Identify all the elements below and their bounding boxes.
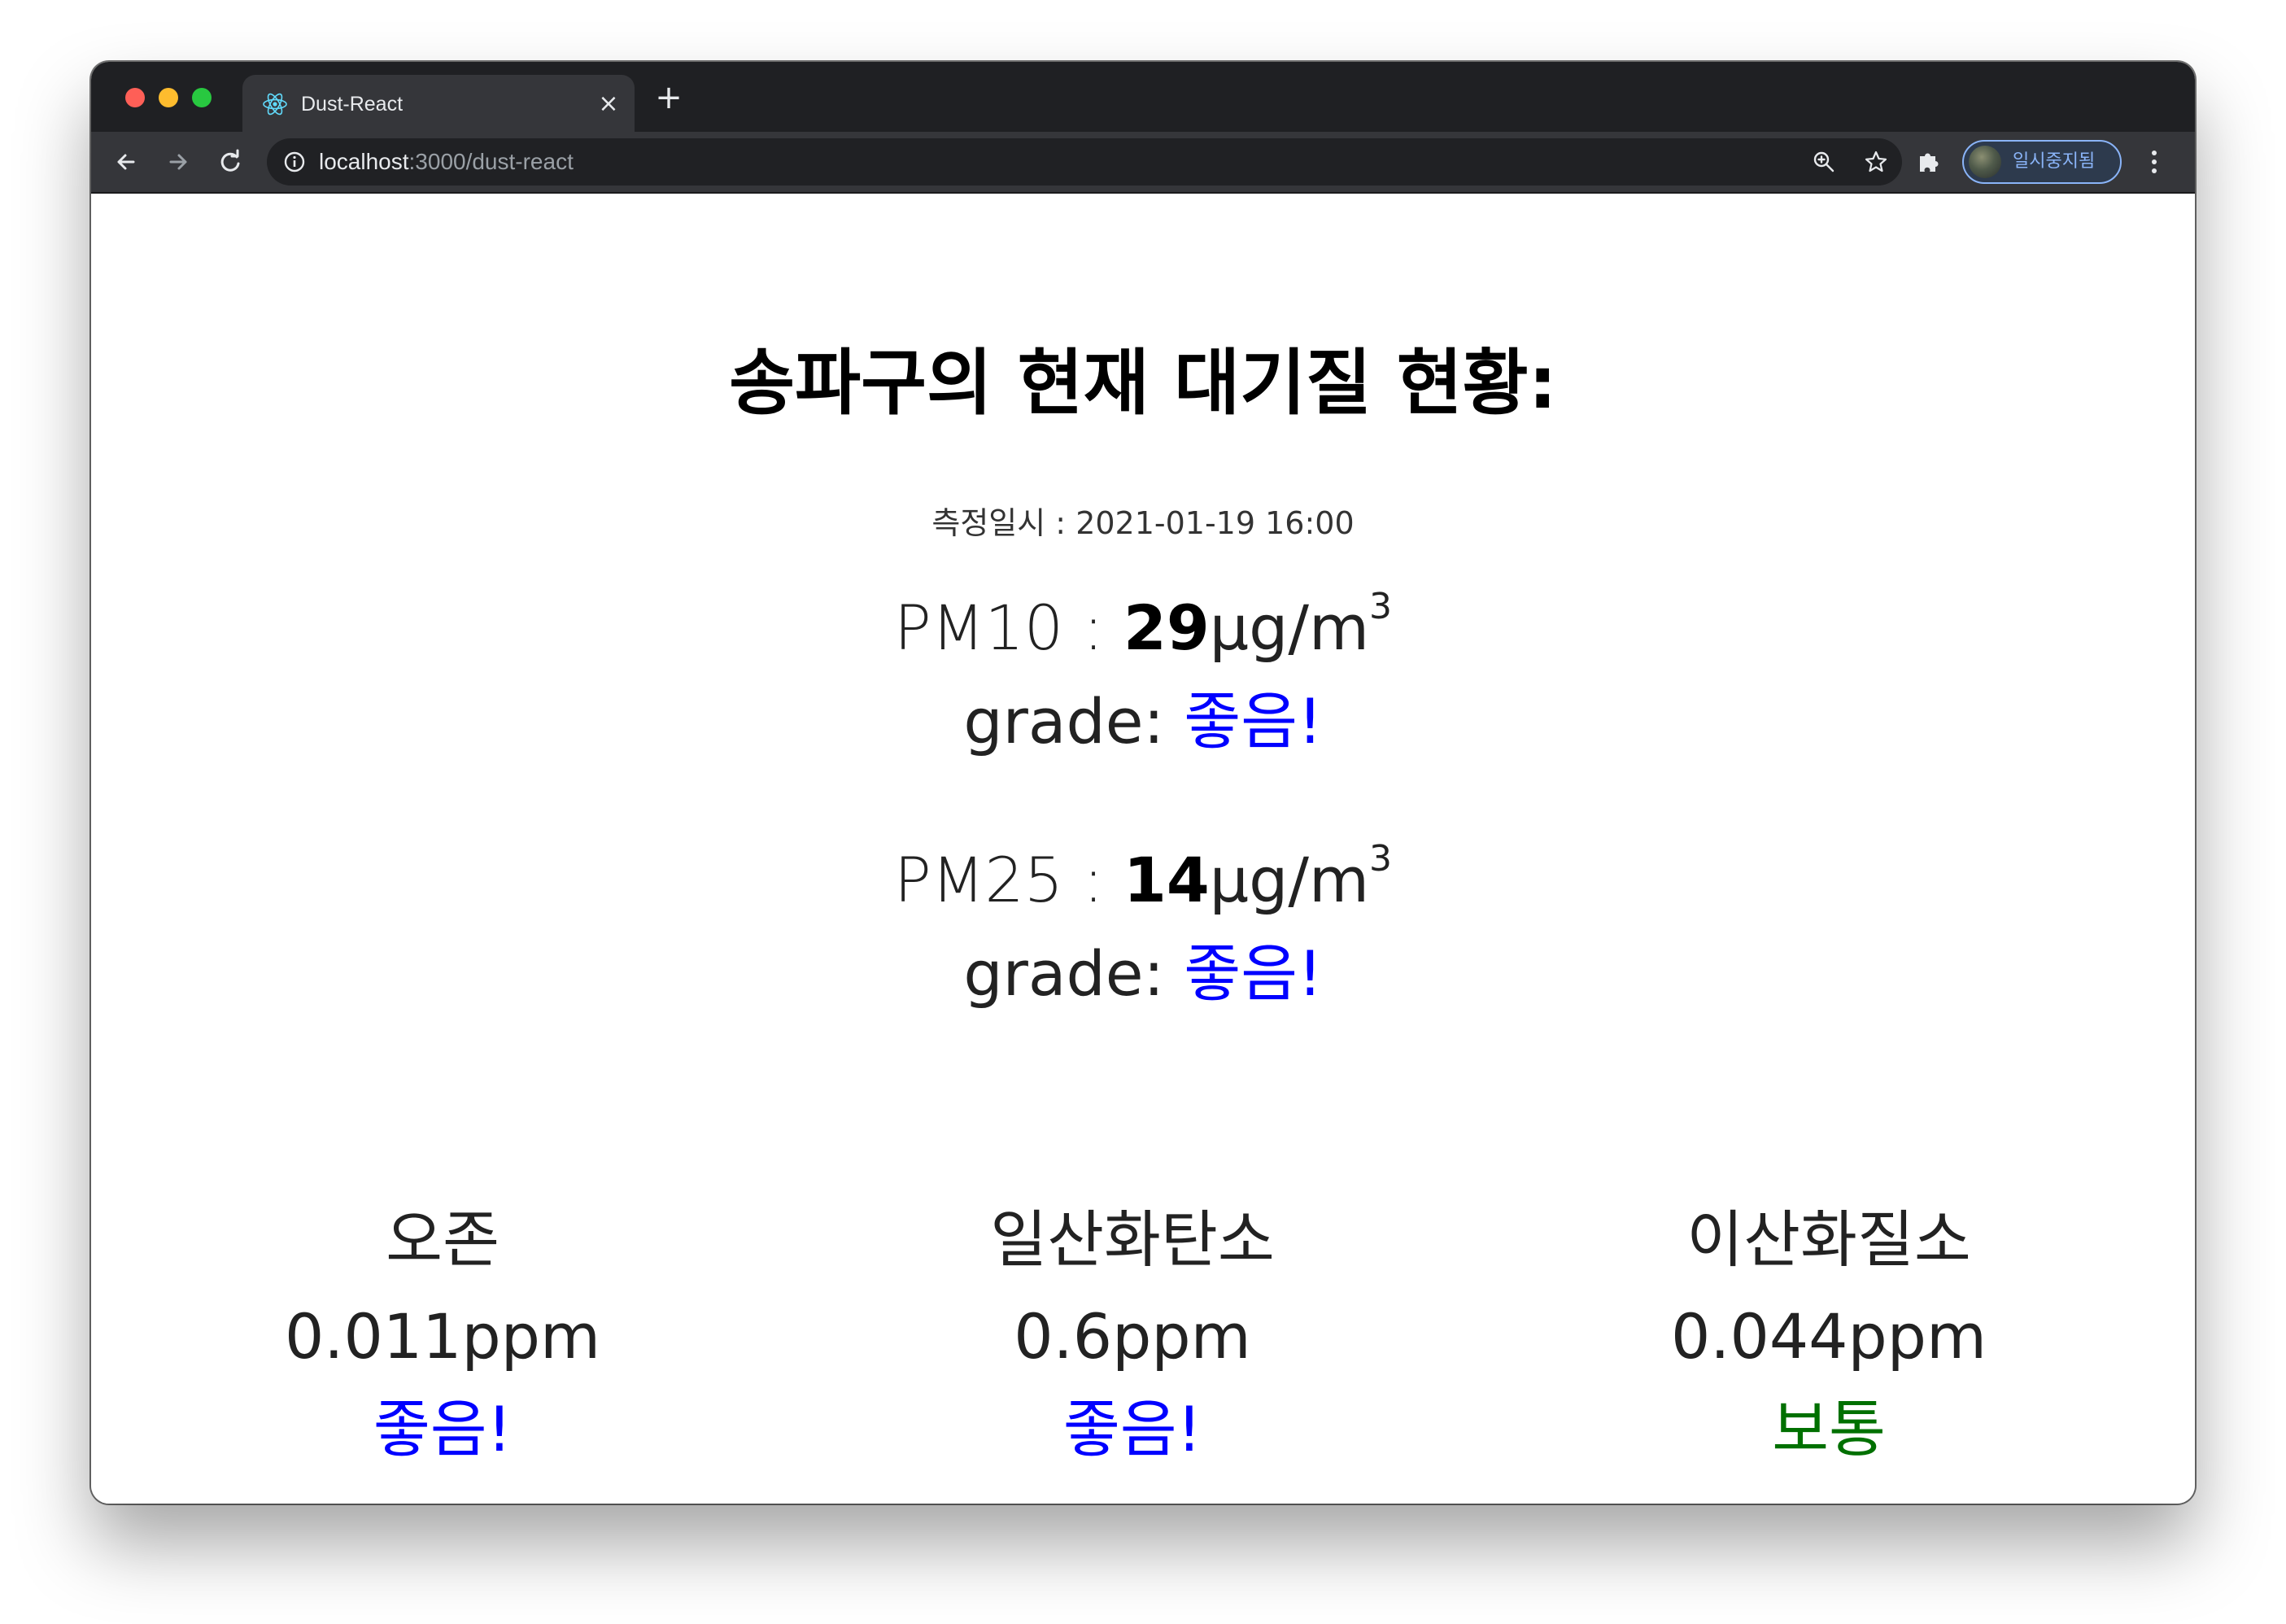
reload-icon[interactable]: [212, 143, 249, 181]
pm25-grade-line: grade: 좋음!: [91, 929, 2195, 1019]
forward-arrow-icon[interactable]: [159, 143, 197, 181]
site-info-icon[interactable]: [283, 151, 306, 173]
tab-title: Dust-React: [301, 93, 404, 116]
pm10-grade-label: grade:: [963, 685, 1184, 757]
pm25-separator: :: [1063, 844, 1124, 916]
pm25-grade-label: grade:: [963, 937, 1184, 1010]
back-arrow-icon[interactable]: [107, 143, 145, 181]
gas-value: 0.011ppm: [284, 1300, 601, 1373]
pm10-separator: :: [1063, 592, 1124, 664]
tab-close-icon[interactable]: ×: [594, 89, 623, 119]
pm10-grade-line: grade: 좋음!: [91, 677, 2195, 766]
gas-name: 이산화질소: [1686, 1203, 1971, 1276]
address-bar[interactable]: localhost:3000/dust-react: [267, 138, 1902, 186]
browser-toolbar: localhost:3000/dust-react 일시중지됨: [91, 132, 2195, 194]
gas-grade: 좋음!: [373, 1393, 513, 1465]
zoom-icon[interactable]: [1811, 149, 1837, 175]
gas-readings: 오존 0.011ppm 좋음! 일산화탄소 0.6ppm 좋음! 이산화질소 0…: [91, 1191, 2195, 1468]
pm10-unit: μg/m3: [1209, 586, 1393, 665]
gas-name: 일산화탄소: [990, 1203, 1275, 1276]
close-window-button[interactable]: [125, 88, 145, 107]
measurement-time: 측정일시 : 2021-01-19 16:00: [91, 503, 2195, 544]
url-text[interactable]: localhost:3000/dust-react: [319, 149, 574, 175]
pm10-label: PM10: [893, 592, 1064, 664]
measurement-time-value: 2021-01-19 16:00: [1075, 505, 1355, 541]
browser-window: Dust-React × + localhost:3000/dust-react…: [91, 62, 2195, 1504]
kebab-menu-icon[interactable]: [2146, 146, 2162, 177]
bookmark-star-icon[interactable]: [1863, 149, 1889, 175]
pm25-grade: 좋음!: [1184, 937, 1323, 1010]
profile-button[interactable]: 일시중지됨: [1962, 140, 2122, 184]
page-content: 송파구의 현재 대기질 현황: 측정일시 : 2021-01-19 16:00 …: [91, 194, 2195, 1504]
page-title: 송파구의 현재 대기질 현황:: [729, 341, 1557, 425]
pm25-unit: μg/m3: [1209, 838, 1393, 917]
pm10-reading: PM10 : 29μg/m3: [91, 579, 2195, 677]
extensions-puzzle-icon[interactable]: [1915, 148, 1943, 176]
pm25-section: PM25 : 14μg/m3 grade: 좋음!: [91, 832, 2195, 1019]
avatar: [1969, 146, 2001, 178]
react-logo-icon: [262, 91, 288, 117]
pm10-grade: 좋음!: [1184, 685, 1323, 757]
pm25-value: 14: [1123, 844, 1210, 916]
gas-name: 오존: [386, 1203, 500, 1276]
measurement-time-label: 측정일시 :: [931, 505, 1067, 541]
gas-value: 0.044ppm: [1670, 1300, 1987, 1373]
maximize-window-button[interactable]: [192, 88, 212, 107]
gas-grade: 보통: [1772, 1393, 1886, 1465]
profile-status-label: 일시중지됨: [2013, 151, 2096, 172]
minimize-window-button[interactable]: [159, 88, 178, 107]
pm10-value: 29: [1123, 592, 1210, 664]
gas-ozone: 오존 0.011ppm 좋음!: [158, 1191, 727, 1474]
gas-carbon-monoxide: 일산화탄소 0.6ppm 좋음!: [848, 1191, 1417, 1474]
gas-nitrogen-dioxide: 이산화질소 0.044ppm 보통: [1544, 1191, 2114, 1474]
gas-grade: 좋음!: [1062, 1393, 1202, 1465]
new-tab-button[interactable]: +: [652, 81, 685, 114]
tab-strip: Dust-React × +: [91, 62, 2195, 132]
tab-dust-react[interactable]: Dust-React ×: [242, 75, 635, 132]
gas-value: 0.6ppm: [1014, 1300, 1251, 1373]
pm10-section: PM10 : 29μg/m3 grade: 좋음!: [91, 579, 2195, 766]
pm25-reading: PM25 : 14μg/m3: [91, 832, 2195, 929]
pm25-label: PM25: [893, 844, 1064, 916]
